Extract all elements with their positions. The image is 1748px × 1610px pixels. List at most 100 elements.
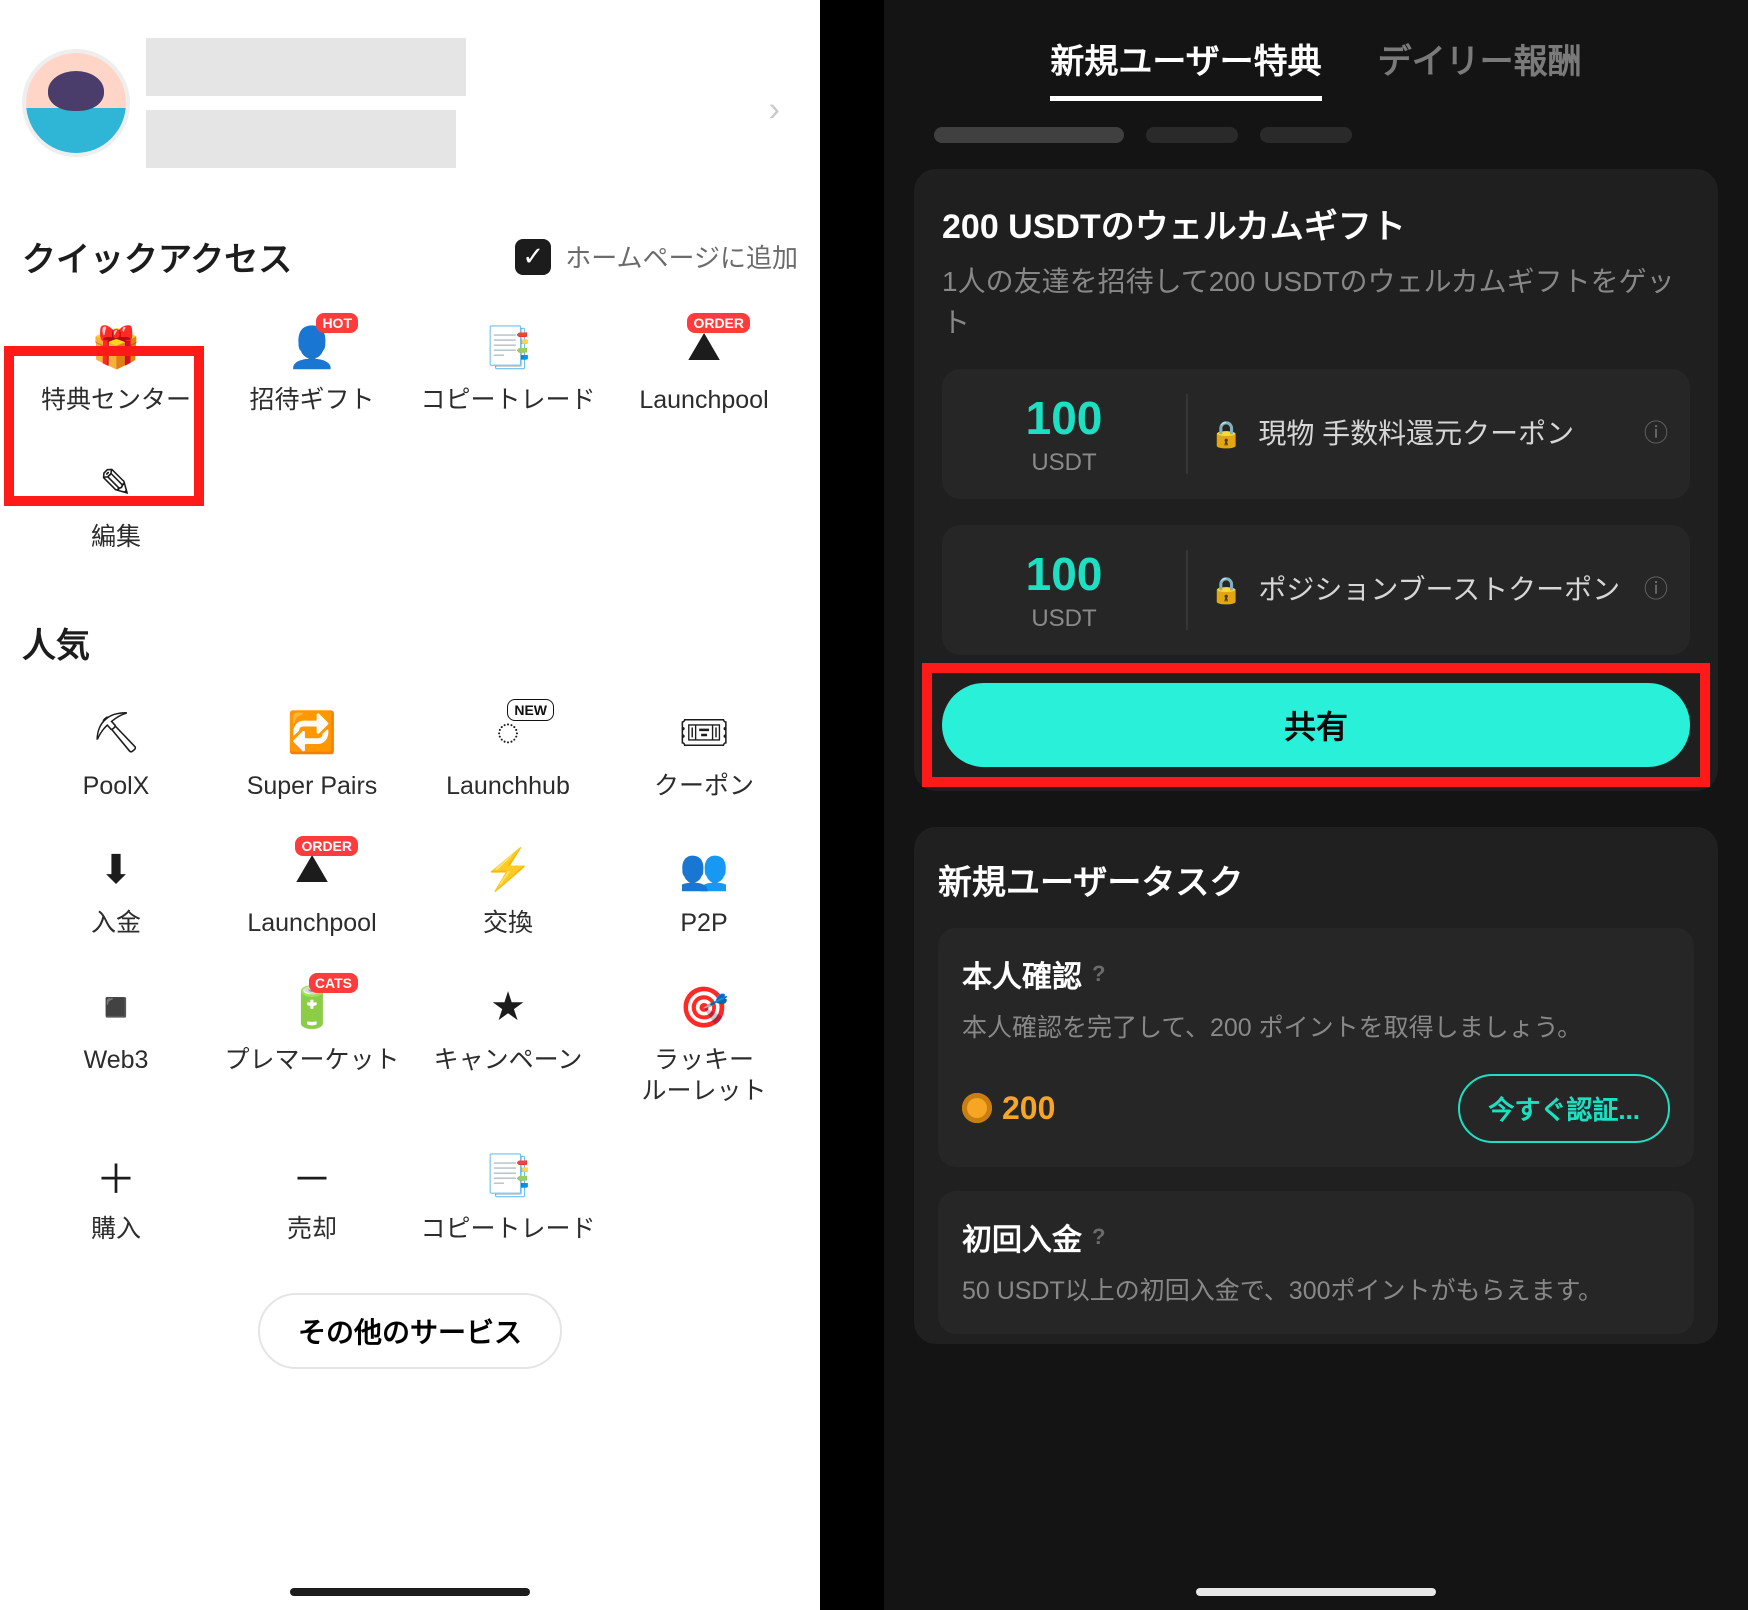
tile-invite-gift[interactable]: 👤HOT 招待ギフト [218,315,406,424]
tab-daily[interactable]: デイリー報酬 [1378,34,1582,101]
pool-icon: ⛰ORDER [680,323,728,371]
p2p-icon: 👥 [680,846,728,894]
points-value: 200 [1002,1090,1055,1127]
tile-rewards-center[interactable]: 🎁 特典センター [22,315,210,424]
tile-launchpool-2[interactable]: ⛰ORDERLaunchpool [218,838,406,947]
info-icon[interactable]: ⓘ [1644,574,1668,606]
help-icon[interactable]: ? [1092,1224,1105,1250]
tile-deposit[interactable]: ⬇入金 [22,838,210,947]
tile-launchhub[interactable]: ◌NEWLaunchhub [414,701,602,810]
tile-label: 編集 [91,522,141,553]
welcome-subtitle: 1人の友達を招待して200 USDTのウェルカムギフトをゲット [942,262,1690,343]
add-to-homepage-toggle[interactable]: ✓ ホームページに追加 [515,238,798,275]
filter-pill[interactable] [934,127,1124,143]
welcome-gift-card: 200 USDTのウェルカムギフト 1人の友達を招待して200 USDTのウェル… [914,169,1718,791]
filter-pill[interactable] [1146,127,1238,143]
divider [1186,394,1188,474]
tasks-title: 新規ユーザータスク [938,855,1694,904]
tile-label: コピートレード [420,385,595,416]
task-kyc[interactable]: 本人確認 ? 本人確認を完了して、200 ポイントを取得しましょう。 200 今… [938,928,1694,1167]
avatar[interactable] [26,53,126,153]
tile-swap[interactable]: ⚡ 交換 [414,838,602,947]
hot-badge: HOT [316,313,358,333]
panel-gap [820,0,884,1610]
star-icon: ★ [484,983,532,1031]
task-subtitle: 本人確認を完了して、200 ポイントを取得しましょう。 [962,1010,1670,1048]
tile-label: 購入 [91,1214,141,1245]
task-points: 200 [962,1090,1055,1127]
tile-coupon[interactable]: 🎟クーポン [610,701,798,810]
chevron-right-icon: › [769,91,780,130]
tab-new-user[interactable]: 新規ユーザー特典 [1050,34,1321,101]
task-first-deposit[interactable]: 初回入金 ? 50 USDT以上の初回入金で、300ポイントがもらえます。 [938,1191,1694,1335]
tile-lucky[interactable]: 🎯ラッキー ルーレット [610,975,798,1116]
coupon-position-boost[interactable]: 100 USDT 🔒 ポジションブーストクーポン ⓘ [942,525,1690,655]
coupon-spot-fee[interactable]: 100 USDT 🔒 現物 手数料還元クーポン ⓘ [942,369,1690,499]
tile-label: プレマーケット [224,1045,399,1076]
quick-access-header: クイックアクセス ✓ ホームページに追加 [22,232,798,281]
tile-campaign[interactable]: ★キャンペーン [414,975,602,1116]
check-icon: ✓ [515,239,551,275]
share-button[interactable]: 共有 [942,683,1690,767]
info-icon[interactable]: ⓘ [1644,418,1668,450]
tile-copy-trade-2[interactable]: 📑コピートレード [414,1144,602,1253]
add-to-homepage-label: ホームページに追加 [565,238,798,275]
swap-icon: ⚡ [484,846,532,894]
new-badge: NEW [507,699,554,721]
profile-name-redacted [146,38,466,168]
tile-label: PoolX [83,771,150,802]
coupon-unit: USDT [964,449,1164,477]
divider [1186,550,1188,630]
web3-icon: ◾ [92,983,140,1031]
tile-label: ラッキー ルーレット [641,1045,766,1108]
popular-grid: ⛏PoolX 🔁Super Pairs ◌NEWLaunchhub 🎟クーポン … [22,701,798,1253]
tile-super-pairs[interactable]: 🔁 Super Pairs [218,701,406,810]
tile-label: Launchpool [247,908,376,939]
coupon-desc: 現物 手数料還元クーポン [1258,415,1574,453]
coin-icon [962,1093,992,1123]
sell-icon: － [288,1152,336,1200]
pairs-icon: 🔁 [288,709,336,757]
task-subtitle: 50 USDT以上の初回入金で、300ポイントがもらえます。 [962,1273,1670,1311]
cats-badge: CATS [309,973,358,993]
task-title: 初回入金 [962,1215,1082,1259]
tile-label: Web3 [84,1045,149,1076]
gift-icon: 🎁 [92,323,140,371]
home-indicator [290,1588,530,1596]
tile-label: 招待ギフト [249,385,374,416]
tile-edit[interactable]: ✎ 編集 [22,452,210,561]
tile-copy-trade[interactable]: 📑 コピートレード [414,315,602,424]
edit-icon: ✎ [92,460,140,508]
filter-pill[interactable] [1260,127,1352,143]
coupon-amount: 100 [964,391,1164,445]
tile-buy[interactable]: ＋購入 [22,1144,210,1253]
coupon-amount: 100 [964,547,1164,601]
tile-web3[interactable]: ◾ Web3 [22,975,210,1116]
tile-label: P2P [680,908,727,939]
copy-icon: 📑 [484,1152,532,1200]
copy-icon: 📑 [484,323,532,371]
tile-label: 交換 [483,908,533,939]
order-badge: ORDER [295,836,358,856]
verify-now-button[interactable]: 今すぐ認証... [1458,1074,1670,1143]
order-badge: ORDER [687,313,750,333]
tile-poolx[interactable]: ⛏PoolX [22,701,210,810]
tile-launchpool[interactable]: ⛰ORDER Launchpool [610,315,798,424]
premarket-icon: 🔋CATS [288,983,336,1031]
tile-p2p[interactable]: 👥 P2P [610,838,798,947]
tile-label: クーポン [654,771,754,802]
welcome-title: 200 USDTのウェルカムギフト [942,199,1690,248]
rewards-panel: 新規ユーザー特典 デイリー報酬 200 USDTのウェルカムギフト 1人の友達を… [884,0,1748,1610]
tile-label: 特典センター [41,385,191,416]
quick-access-title: クイックアクセス [22,232,292,281]
account-panel: › クイックアクセス ✓ ホームページに追加 🎁 特典センター 👤HOT 招待ギ… [0,0,820,1610]
tile-label: Launchpool [639,385,768,416]
more-services-button[interactable]: その他のサービス [258,1293,562,1369]
tile-premarket[interactable]: 🔋CATS プレマーケット [218,975,406,1116]
help-icon[interactable]: ? [1092,961,1105,987]
tile-label: Launchhub [446,771,570,802]
profile-row[interactable]: › [22,28,798,208]
tile-label: Super Pairs [247,771,378,802]
tile-sell[interactable]: －売却 [218,1144,406,1253]
deposit-icon: ⬇ [92,846,140,894]
